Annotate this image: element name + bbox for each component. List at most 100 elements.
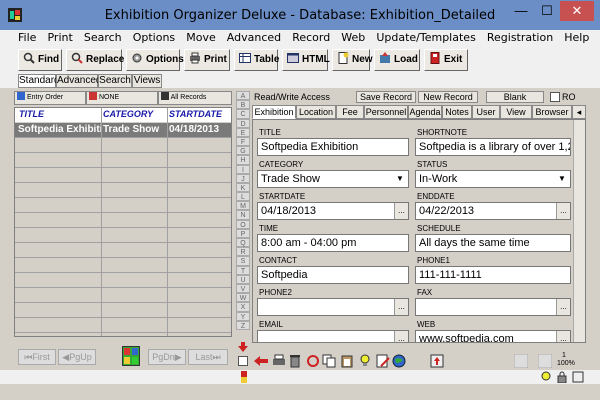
new-button[interactable]: New xyxy=(332,49,373,71)
form-scrollbar[interactable] xyxy=(573,120,585,342)
prev-record-icon[interactable] xyxy=(514,354,528,368)
close-button[interactable]: ✕ xyxy=(560,1,594,21)
menu-advanced[interactable]: Advanced xyxy=(223,30,285,46)
tab-views[interactable]: Views xyxy=(132,74,162,88)
schedule-field[interactable]: All days the same time xyxy=(415,234,571,252)
edit-icon[interactable] xyxy=(376,354,390,368)
tab-search[interactable]: Search xyxy=(98,74,132,88)
shortnote-field[interactable]: Softpedia is a library of over 1,2 xyxy=(415,138,571,156)
alpha-key[interactable]: U xyxy=(236,274,250,284)
email-field[interactable]: ... xyxy=(257,330,409,342)
alpha-key[interactable]: O xyxy=(236,219,250,229)
alpha-key[interactable]: G xyxy=(236,146,250,156)
table-row[interactable] xyxy=(15,243,231,258)
lock-icon[interactable] xyxy=(556,371,568,383)
table-row[interactable]: Softpedia Exhibiti Trade Show 04/18/2013 xyxy=(15,123,231,138)
alpha-key[interactable]: S xyxy=(236,256,250,266)
alpha-key[interactable]: J xyxy=(236,173,250,183)
menu-update-templates[interactable]: Update/Templates xyxy=(372,30,479,46)
load-button[interactable]: Load xyxy=(374,49,420,71)
phone2-field[interactable]: ... xyxy=(257,298,409,316)
new-record-button[interactable]: New Record xyxy=(418,91,478,103)
column-header-title[interactable]: TITLE xyxy=(19,109,44,119)
contact-field[interactable]: Softpedia xyxy=(257,266,409,284)
menu-registration[interactable]: Registration xyxy=(483,30,557,46)
menu-help[interactable]: Help xyxy=(560,30,593,46)
tab-personnel[interactable]: Personnel xyxy=(364,105,408,119)
alpha-key[interactable]: V xyxy=(236,283,250,294)
table-row[interactable] xyxy=(15,273,231,288)
table-row[interactable] xyxy=(15,198,231,213)
table-button[interactable]: Table xyxy=(234,49,279,71)
tab-notes[interactable]: Notes xyxy=(442,105,472,119)
sort-order-button[interactable]: Entry Order xyxy=(14,91,86,105)
table-row[interactable] xyxy=(15,168,231,183)
record-grid[interactable]: TITLE CATEGORY STARTDATE Softpedia Exhib… xyxy=(14,107,232,337)
table-row[interactable] xyxy=(15,258,231,273)
lightbulb-icon[interactable] xyxy=(358,354,372,368)
tab-view[interactable]: View xyxy=(500,105,532,119)
tab-standard[interactable]: Standard xyxy=(18,74,60,88)
maximize-button[interactable]: ☐ xyxy=(534,1,560,21)
readonly-checkbox[interactable] xyxy=(550,92,560,102)
alpha-key[interactable]: N xyxy=(236,210,250,220)
enddate-field[interactable]: 04/22/2013... xyxy=(415,202,571,220)
date-picker-icon[interactable]: ... xyxy=(556,203,570,219)
alpha-key[interactable]: B xyxy=(236,100,250,110)
alpha-key[interactable]: T xyxy=(236,265,250,275)
table-row[interactable] xyxy=(15,183,231,198)
alpha-key[interactable]: L xyxy=(236,192,250,202)
last-button[interactable]: Last⏭ xyxy=(188,349,228,365)
title-field[interactable]: Softpedia Exhibition xyxy=(257,138,409,156)
records-button[interactable]: All Records xyxy=(158,91,232,105)
export-icon[interactable] xyxy=(430,354,444,368)
alpha-key[interactable]: W xyxy=(236,293,250,303)
menu-file[interactable]: File xyxy=(14,30,40,46)
email-icon[interactable]: ... xyxy=(394,331,408,342)
fax-field[interactable]: ... xyxy=(415,298,571,316)
print-button[interactable]: Print xyxy=(184,49,230,71)
alpha-key[interactable]: A xyxy=(236,91,250,101)
time-field[interactable]: 8:00 am - 04:00 pm xyxy=(257,234,409,252)
tab-advanced[interactable]: Advanced xyxy=(56,74,101,88)
category-select[interactable]: Trade Show ▼ xyxy=(257,170,409,188)
minimize-button[interactable]: — xyxy=(508,1,534,21)
printer-icon[interactable] xyxy=(272,354,286,368)
menu-web[interactable]: Web xyxy=(337,30,369,46)
filter-button[interactable]: NONE xyxy=(86,91,158,105)
dial-icon[interactable]: ... xyxy=(394,299,408,315)
table-row[interactable] xyxy=(15,288,231,303)
table-row[interactable] xyxy=(15,303,231,318)
tab-exhibition[interactable]: Exhibition xyxy=(252,105,296,119)
first-button[interactable]: ⏮First xyxy=(18,349,56,365)
arrow-left-icon[interactable] xyxy=(254,354,268,368)
alpha-key[interactable]: R xyxy=(236,247,250,257)
delete-icon[interactable] xyxy=(288,354,302,368)
html-button[interactable]: HTML xyxy=(282,49,330,71)
exit-button[interactable]: Exit xyxy=(424,49,468,71)
startdate-field[interactable]: 04/18/2013... xyxy=(257,202,409,220)
alpha-key[interactable]: K xyxy=(236,182,250,193)
date-picker-icon[interactable]: ... xyxy=(394,203,408,219)
table-row[interactable] xyxy=(15,138,231,153)
find-button[interactable]: Find xyxy=(18,49,62,71)
menu-search[interactable]: Search xyxy=(80,30,126,46)
tab-agenda[interactable]: Agenda xyxy=(408,105,442,119)
copy-icon[interactable] xyxy=(322,354,336,368)
alpha-key[interactable]: Z xyxy=(236,320,250,330)
next-record-icon[interactable] xyxy=(538,354,552,368)
web-field[interactable]: www.softpedia.com... xyxy=(415,330,571,342)
alpha-key[interactable]: E xyxy=(236,127,250,137)
alpha-key[interactable]: M xyxy=(236,201,250,211)
phone1-field[interactable]: 111-111-1111 xyxy=(415,266,571,284)
alpha-key[interactable]: I xyxy=(236,164,250,174)
alpha-key[interactable]: D xyxy=(236,118,250,128)
pgdn-button[interactable]: PgDn▶ xyxy=(148,349,186,365)
alpha-key[interactable]: Y xyxy=(236,311,250,321)
arrow-down-icon[interactable] xyxy=(238,342,248,352)
options-button[interactable]: Options xyxy=(126,49,184,71)
alpha-key[interactable]: P xyxy=(236,228,250,238)
dial-icon[interactable]: ... xyxy=(556,299,570,315)
tab-fee[interactable]: Fee xyxy=(336,105,364,119)
refresh-icon[interactable] xyxy=(306,354,320,368)
